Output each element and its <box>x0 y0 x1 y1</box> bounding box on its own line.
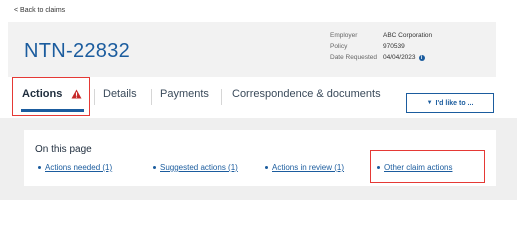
back-to-claims-link[interactable]: < Back to claims <box>14 7 65 14</box>
bullet-icon <box>38 166 41 169</box>
meta-label: Employer <box>330 32 358 39</box>
meta-row-employer: Employer ABC Corporation <box>330 30 432 41</box>
tab-divider <box>151 89 152 105</box>
tab-details[interactable]: Details <box>103 88 137 100</box>
tab-divider <box>94 89 95 105</box>
link-label: Suggested actions (1) <box>160 163 238 172</box>
highlight-box-other-claim-actions <box>370 150 485 183</box>
id-like-to-button[interactable]: ▼ I'd like to ... <box>406 93 494 113</box>
highlight-box-actions-tab <box>12 77 90 116</box>
date-requested-value: 04/04/2023 <box>383 54 416 61</box>
meta-value: 970539 <box>383 43 405 50</box>
link-label: Actions needed (1) <box>45 163 113 172</box>
id-like-to-label: I'd like to ... <box>435 99 474 107</box>
info-icon[interactable]: i <box>418 54 425 61</box>
link-suggested-actions[interactable]: Suggested actions (1) <box>153 163 238 172</box>
on-this-page-title: On this page <box>35 144 92 155</box>
meta-row-date-requested: Date Requested 04/04/2023 i <box>330 52 432 63</box>
link-actions-in-review[interactable]: Actions in review (1) <box>265 163 344 172</box>
bullet-icon <box>153 166 156 169</box>
chevron-down-icon: ▼ <box>426 100 433 106</box>
meta-value: ABC Corporation <box>383 32 433 39</box>
claim-meta: Employer ABC Corporation Policy 970539 D… <box>330 30 432 63</box>
link-actions-needed[interactable]: Actions needed (1) <box>38 163 112 172</box>
meta-row-policy: Policy 970539 <box>330 41 432 52</box>
claim-header: NTN-22832 Employer ABC Corporation Polic… <box>8 22 496 77</box>
link-label: Actions in review (1) <box>272 163 345 172</box>
bullet-icon <box>265 166 268 169</box>
claim-id-title: NTN-22832 <box>24 40 131 62</box>
tab-divider <box>221 89 222 105</box>
meta-value-date: 04/04/2023 i <box>383 54 425 61</box>
meta-label: Date Requested <box>330 54 377 61</box>
meta-label: Policy <box>330 43 348 50</box>
tab-payments[interactable]: Payments <box>160 88 209 100</box>
tab-correspondence-documents[interactable]: Correspondence & documents <box>232 88 381 100</box>
